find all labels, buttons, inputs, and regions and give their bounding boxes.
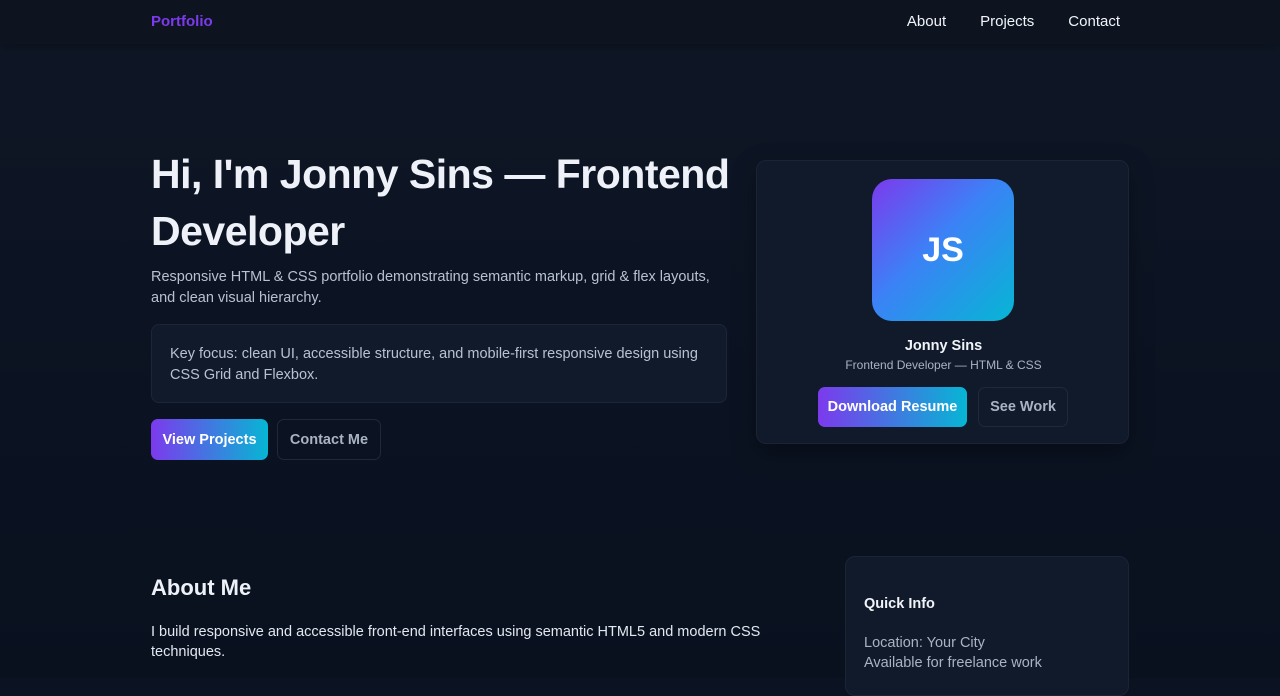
about-text: I build responsive and accessible front-… <box>151 624 761 660</box>
top-navbar: Portfolio About Projects Contact <box>0 0 1280 44</box>
download-resume-button[interactable]: Download Resume <box>818 387 967 427</box>
nav-link-about[interactable]: About <box>907 13 946 30</box>
nav-links: About Projects Contact <box>907 13 1120 30</box>
avatar: JS <box>872 179 1014 321</box>
see-work-button[interactable]: See Work <box>978 387 1068 427</box>
quick-info-location: Location: Your City <box>864 635 985 651</box>
hero-subtitle: Responsive HTML & CSS portfolio demonstr… <box>151 269 710 306</box>
profile-card: JS Jonny Sins Frontend Developer — HTML … <box>756 160 1129 444</box>
key-focus-box: Key focus: clean UI, accessible structur… <box>151 324 727 403</box>
nav-link-contact[interactable]: Contact <box>1068 13 1120 30</box>
quick-info-availability: Available for freelance work <box>864 655 1042 671</box>
hero-title: Hi, I'm Jonny Sins — Frontend Developer <box>151 151 730 254</box>
profile-name: Jonny Sins <box>904 338 983 354</box>
nav-link-projects[interactable]: Projects <box>980 13 1034 30</box>
about-title: About Me <box>151 575 252 600</box>
quick-info-title: Quick Info <box>864 596 935 612</box>
view-projects-button[interactable]: View Projects <box>151 419 268 460</box>
contact-me-button[interactable]: Contact Me <box>277 419 381 460</box>
profile-role: Frontend Developer — HTML & CSS <box>845 358 1042 372</box>
quick-info-card: Quick Info Location: Your City Available… <box>845 556 1129 696</box>
brand-logo[interactable]: Portfolio <box>151 13 213 30</box>
